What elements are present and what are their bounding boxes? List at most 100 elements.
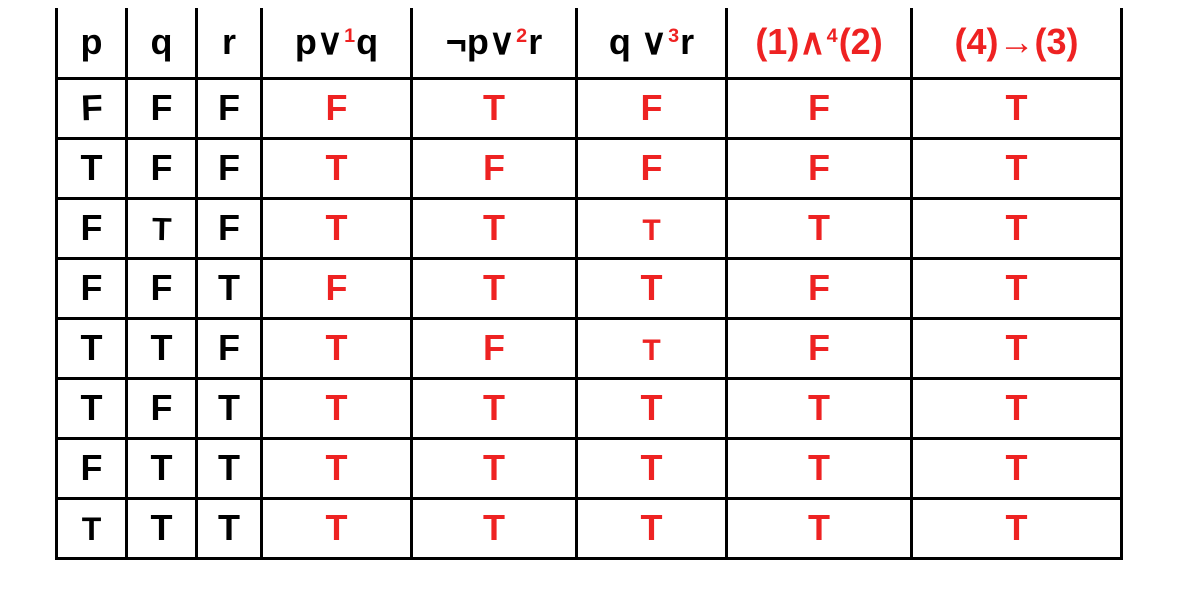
cell-value: T [81, 387, 103, 429]
cell-value: F [218, 207, 240, 249]
cell-r: T [197, 438, 262, 498]
cell-p: F [57, 258, 127, 318]
cell-p: T [57, 318, 127, 378]
cell-value: T [1006, 327, 1028, 369]
cell-value: F [483, 327, 505, 369]
cell-p: T [57, 138, 127, 198]
cell-value: F [218, 147, 240, 189]
table-row: FTTTTTTT [57, 438, 1122, 498]
cell-q: T [127, 198, 197, 258]
cell-value: F [808, 327, 830, 369]
cell-p: F [57, 438, 127, 498]
cell-value: F [80, 87, 103, 130]
header-p: p [57, 8, 127, 78]
cell-c5: T [912, 318, 1122, 378]
header-q: q [127, 8, 197, 78]
cell-q: F [127, 258, 197, 318]
cell-c1: T [262, 198, 412, 258]
cell-r: F [197, 138, 262, 198]
cell-c4: T [727, 378, 912, 438]
cell-q: T [127, 438, 197, 498]
cell-value: F [326, 267, 348, 309]
cell-value: T [483, 447, 505, 489]
table-body: FFFFTFFTTFFTFFFTFTFTTTTTFFTFTTFTTTFTFTFT… [57, 78, 1122, 558]
cell-q: T [127, 498, 197, 558]
header-col3: q ∨3r [577, 8, 727, 78]
cell-value: T [642, 214, 660, 248]
cell-c1: T [262, 378, 412, 438]
cell-c3: T [577, 378, 727, 438]
cell-value: T [81, 327, 103, 369]
cell-r: T [197, 258, 262, 318]
cell-value: T [326, 147, 348, 189]
header-col5: (4)→(3) [912, 8, 1122, 78]
cell-value: T [326, 387, 348, 429]
cell-c3: T [577, 498, 727, 558]
cell-q: F [127, 138, 197, 198]
cell-c4: F [727, 78, 912, 138]
cell-value: T [151, 211, 171, 248]
header-col4: (1)∧4(2) [727, 8, 912, 78]
cell-c5: T [912, 378, 1122, 438]
cell-c3: T [577, 438, 727, 498]
cell-value: T [151, 507, 173, 549]
cell-c1: T [262, 138, 412, 198]
cell-c2: T [412, 438, 577, 498]
cell-value: T [808, 447, 830, 489]
cell-value: F [151, 267, 173, 309]
cell-value: T [151, 327, 173, 369]
cell-c2: T [412, 198, 577, 258]
cell-c4: T [727, 498, 912, 558]
table-row: TTTTTTTT [57, 498, 1122, 558]
cell-c3: T [577, 258, 727, 318]
cell-value: T [1006, 507, 1028, 549]
cell-value: T [326, 507, 348, 549]
cell-value: F [81, 207, 103, 249]
cell-value: T [151, 447, 173, 489]
table-row: FFTFTTFT [57, 258, 1122, 318]
cell-value: F [483, 147, 505, 189]
cell-value: T [81, 147, 103, 189]
cell-c5: T [912, 498, 1122, 558]
cell-c1: T [262, 498, 412, 558]
cell-c4: T [727, 198, 912, 258]
cell-c2: T [412, 78, 577, 138]
cell-value: T [808, 207, 830, 249]
cell-value: T [1006, 147, 1028, 189]
cell-value: F [808, 267, 830, 309]
cell-c2: T [412, 258, 577, 318]
cell-value: T [483, 267, 505, 309]
table-row: TTFTFTFT [57, 318, 1122, 378]
truth-table: p q r p∨1q ¬p∨2r q ∨3r (1)∧4(2) (4)→(3) … [55, 8, 1123, 560]
header-col2: ¬p∨2r [412, 8, 577, 78]
cell-value: T [808, 387, 830, 429]
cell-value: T [641, 507, 663, 549]
cell-c2: F [412, 318, 577, 378]
cell-c5: T [912, 258, 1122, 318]
table-row: TFTTTTTT [57, 378, 1122, 438]
cell-c1: F [262, 258, 412, 318]
cell-value: T [483, 87, 505, 129]
cell-value: T [641, 387, 663, 429]
cell-c5: T [912, 438, 1122, 498]
cell-q: F [127, 78, 197, 138]
cell-value: F [218, 327, 240, 369]
cell-value: F [808, 87, 830, 129]
cell-c1: T [262, 438, 412, 498]
cell-value: T [218, 507, 240, 549]
cell-c4: T [727, 438, 912, 498]
cell-value: T [326, 207, 348, 249]
cell-value: T [218, 447, 240, 489]
cell-p: F [57, 198, 127, 258]
cell-value: F [218, 87, 240, 129]
table-row: TFFTFFFT [57, 138, 1122, 198]
cell-c2: F [412, 138, 577, 198]
cell-q: F [127, 378, 197, 438]
cell-value: T [1006, 207, 1028, 249]
cell-value: F [151, 147, 173, 189]
cell-value: F [641, 147, 663, 189]
cell-value: T [1006, 87, 1028, 129]
cell-r: T [197, 378, 262, 438]
cell-c5: T [912, 78, 1122, 138]
cell-value: T [808, 507, 830, 549]
